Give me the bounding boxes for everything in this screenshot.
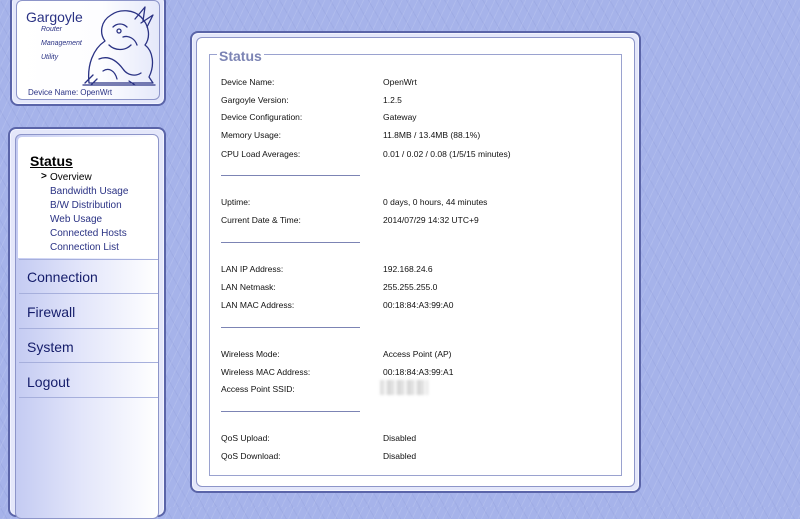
value-uptime: 0 days, 0 hours, 44 minutes	[383, 197, 488, 207]
nav-item-web-usage[interactable]: Web Usage	[50, 214, 102, 225]
section-separator	[221, 175, 360, 176]
nav-connection[interactable]: Connection	[27, 269, 98, 285]
nav-divider	[19, 328, 158, 329]
label-wireless-mac: Wireless MAC Address:	[221, 367, 311, 377]
label-device-name: Device Name:	[221, 77, 275, 87]
nav-status-section: Status > Overview Bandwidth Usage B/W Dis…	[18, 137, 156, 258]
nav-divider	[19, 259, 158, 260]
device-name-value: OpenWrt	[80, 88, 113, 97]
label-qos-download: QoS Download:	[221, 451, 281, 461]
label-device-configuration: Device Configuration:	[221, 112, 303, 122]
label-uptime: Uptime:	[221, 197, 251, 207]
label-cpu-load: CPU Load Averages:	[221, 149, 301, 159]
label-gargoyle-version: Gargoyle Version:	[221, 95, 289, 105]
value-date-time: 2014/07/29 14:32 UTC+9	[383, 215, 479, 225]
ssid-redacted-value	[380, 380, 428, 395]
nav-item-connection-list[interactable]: Connection List	[50, 242, 119, 253]
section-separator	[221, 242, 360, 243]
nav-system[interactable]: System	[27, 339, 74, 355]
label-access-point-ssid: Access Point SSID:	[221, 384, 295, 394]
nav-divider	[19, 293, 158, 294]
value-device-name: OpenWrt	[383, 77, 417, 87]
value-cpu-load: 0.01 / 0.02 / 0.08 (1/5/15 minutes)	[383, 149, 511, 159]
value-wireless-mode: Access Point (AP)	[383, 349, 452, 359]
nav-item-connected-hosts[interactable]: Connected Hosts	[50, 228, 127, 239]
value-qos-upload: Disabled	[383, 433, 417, 443]
value-lan-ip: 192.168.24.6	[383, 264, 433, 274]
nav-status-title[interactable]: Status	[30, 153, 73, 169]
value-memory-usage: 11.8MB / 13.4MB (88.1%)	[383, 130, 481, 140]
logo-subtitle-management: Management	[41, 40, 82, 47]
label-lan-mac: LAN MAC Address:	[221, 300, 295, 310]
nav-logout[interactable]: Logout	[27, 374, 70, 390]
nav-panel: Status > Overview Bandwidth Usage B/W Dis…	[8, 127, 166, 519]
logo-subtitle-router: Router	[41, 26, 63, 33]
device-name-line: Device Name: OpenWrt	[26, 88, 112, 97]
nav-panel-inner: Status > Overview Bandwidth Usage B/W Dis…	[15, 134, 159, 519]
label-memory-usage: Memory Usage:	[221, 130, 281, 140]
nav-item-bandwidth-usage[interactable]: Bandwidth Usage	[50, 186, 128, 197]
label-qos-upload: QoS Upload:	[221, 433, 270, 443]
label-lan-ip: LAN IP Address:	[221, 264, 284, 274]
label-wireless-mode: Wireless Mode:	[221, 349, 280, 359]
value-wireless-mac: 00:18:84:A3:99:A1	[383, 367, 454, 377]
value-gargoyle-version: 1.2.5	[383, 95, 402, 105]
value-lan-netmask: 255.255.255.0	[383, 282, 438, 292]
selected-arrow-icon: >	[41, 171, 47, 182]
value-qos-download: Disabled	[383, 451, 417, 461]
logo-panel: Gargoyle Router Management Utility Devic…	[10, 0, 166, 106]
nav-firewall[interactable]: Firewall	[27, 304, 75, 320]
status-legend: Status	[217, 48, 264, 64]
value-device-configuration: Gateway	[383, 112, 417, 122]
nav-divider	[19, 397, 158, 398]
value-lan-mac: 00:18:84:A3:99:A0	[383, 300, 454, 310]
label-lan-netmask: LAN Netmask:	[221, 282, 276, 292]
gargoyle-logo-icon	[82, 6, 156, 86]
logo-subtitle-utility: Utility	[41, 54, 59, 61]
nav-item-bw-distribution[interactable]: B/W Distribution	[50, 200, 122, 211]
section-separator	[221, 327, 360, 328]
device-name-label: Device Name:	[28, 88, 79, 97]
label-date-time: Current Date & Time:	[221, 215, 301, 225]
app-title: Gargoyle	[26, 9, 83, 25]
logo-panel-inner: Gargoyle Router Management Utility Devic…	[16, 0, 160, 100]
nav-item-overview[interactable]: > Overview	[41, 171, 92, 183]
section-separator	[221, 411, 360, 412]
nav-divider	[19, 362, 158, 363]
